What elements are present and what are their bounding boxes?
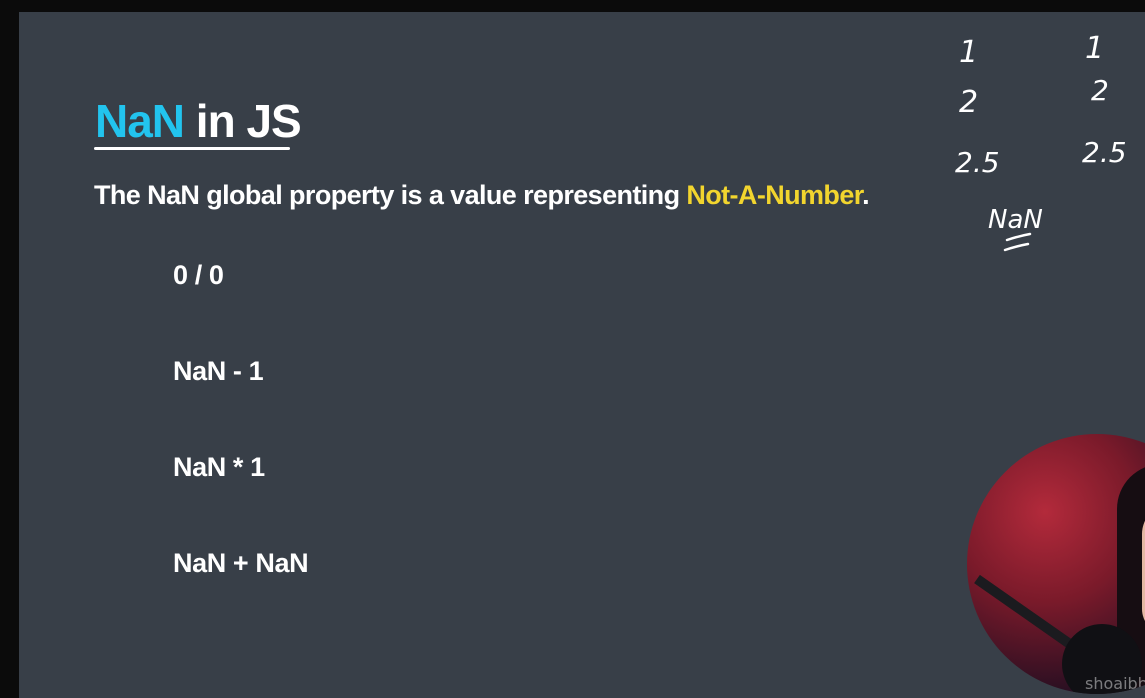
definition-prefix: The NaN global property is a value repre… [94,180,687,210]
webcam-overlay: shoaibba [967,434,1145,694]
note-underline-2 [1003,242,1030,252]
note-right-2: 2 [1091,74,1109,107]
definition-highlight: Not-A-Number [686,180,863,210]
title-underline [94,147,290,150]
video-frame: NaN in JS The NaN global property is a v… [0,0,1145,698]
note-left-2: 2 [959,85,978,120]
note-right-1: 1 [1085,31,1104,66]
slide-title: NaN in JS [95,94,302,148]
slide: NaN in JS The NaN global property is a v… [19,12,1145,698]
definition-suffix: . [862,180,870,210]
note-left-3: 2.5 [955,146,1000,179]
title-highlight: NaN [95,95,185,147]
channel-watermark: shoaibba [1085,674,1145,693]
expression-item: 0 / 0 [173,260,224,290]
title-rest: in JS [184,95,302,147]
expression-item: NaN - 1 [173,356,264,386]
expression-item: NaN + NaN [173,548,309,578]
expression-item: NaN * 1 [173,452,265,482]
note-underline-1 [1005,232,1032,242]
note-left-1: 1 [959,35,978,70]
note-right-3: 2.5 [1082,136,1127,169]
definition-text: The NaN global property is a value repre… [94,178,870,212]
note-nan: NaN [988,205,1043,235]
